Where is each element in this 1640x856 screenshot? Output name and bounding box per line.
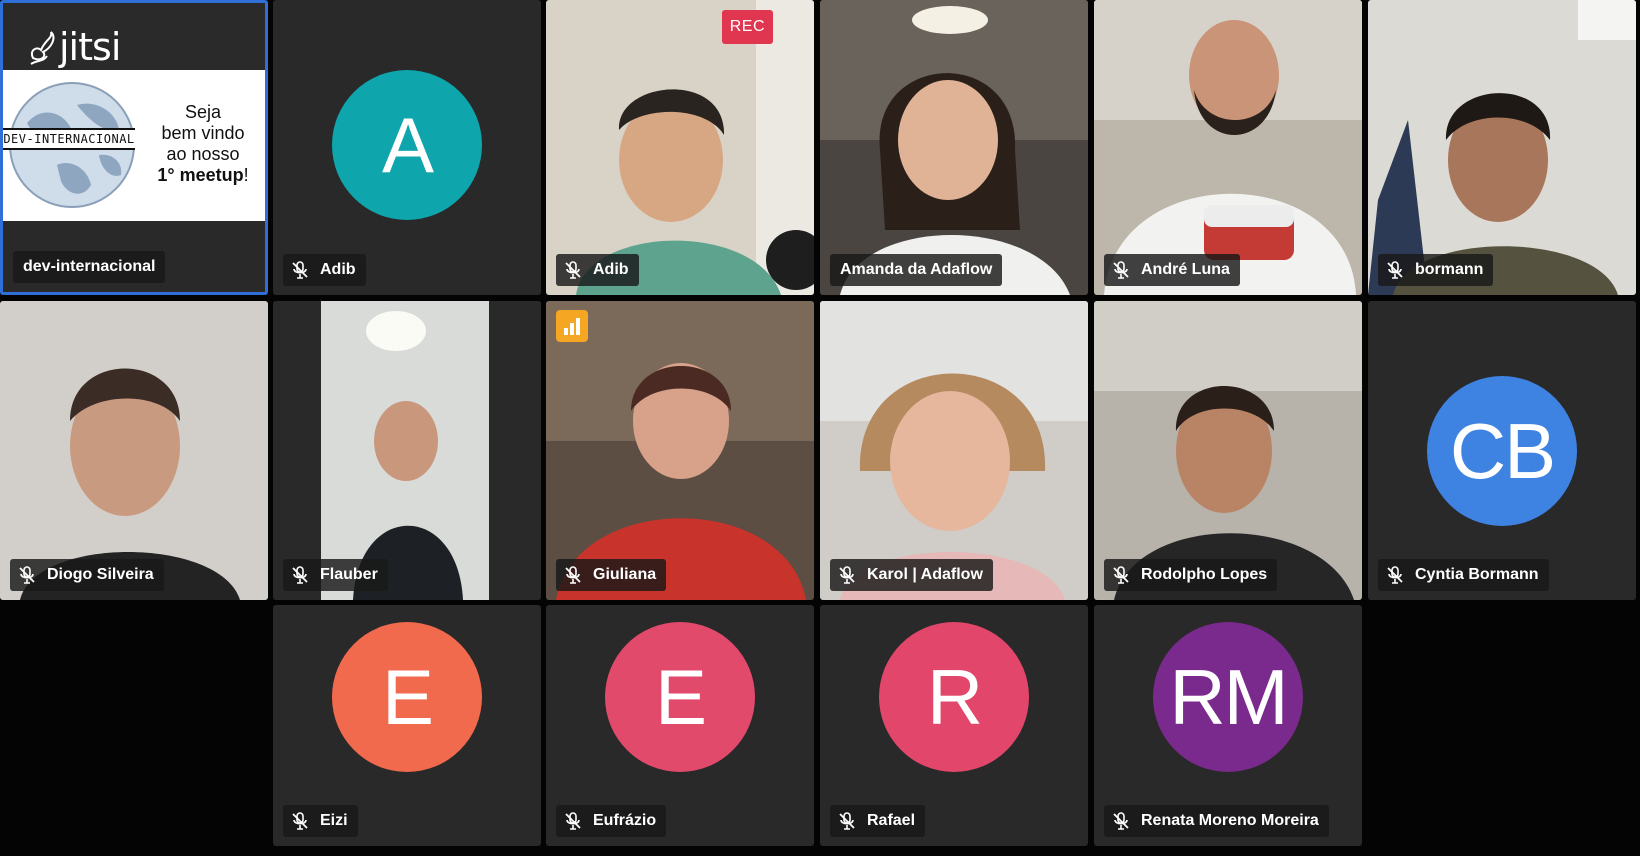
participant-name: Amanda da Adaflow [840, 261, 993, 278]
participant-name-tag: Eufrázio [556, 805, 667, 837]
mic-muted-icon [292, 566, 308, 584]
video-grid: jitsi DEV-INTERNACIONAL Seja bem vindo a… [0, 0, 1640, 856]
mic-muted-icon [839, 812, 855, 830]
tile-participant-video[interactable]: Karol | Adaflow [820, 301, 1088, 600]
tile-participant-video[interactable]: Flauber [273, 301, 541, 600]
participant-name-tag: Flauber [283, 559, 388, 591]
participant-name-tag: Karol | Adaflow [830, 559, 993, 591]
jitsi-header: jitsi [3, 3, 265, 70]
participant-name-tag: Diogo Silveira [10, 559, 164, 591]
camera-feed [1094, 301, 1362, 600]
mic-muted-icon [1387, 566, 1403, 584]
tile-participant-video[interactable]: André Luna [1094, 0, 1362, 295]
mic-muted-icon [292, 261, 308, 279]
tile-participant-video[interactable]: Giuliana [546, 301, 814, 600]
recording-badge: REC [721, 10, 773, 44]
jitsi-bird-icon [30, 31, 55, 65]
participant-name: Eufrázio [593, 812, 657, 829]
participant-name-tag: bormann [1378, 254, 1494, 286]
tile-participant-video[interactable]: REC Adib [546, 0, 814, 295]
participant-name-tag: Cyntia Bormann [1378, 559, 1549, 591]
jitsi-logo: jitsi [27, 25, 121, 69]
mic-muted-icon [1387, 261, 1403, 279]
participant-name-tag: André Luna [1104, 254, 1240, 286]
avatar: E [605, 622, 755, 772]
camera-feed [1368, 0, 1636, 295]
mic-muted-icon [292, 812, 308, 830]
camera-feed [546, 0, 814, 295]
mic-muted-icon [565, 566, 581, 584]
participant-name: Rodolpho Lopes [1141, 566, 1268, 583]
tile-participant[interactable]: RM Renata Moreno Moreira [1094, 605, 1362, 846]
mic-muted-icon [1113, 566, 1129, 584]
participant-name: Flauber [320, 566, 378, 583]
tile-participant[interactable]: A Adib [273, 0, 541, 295]
participant-name: Rafael [867, 812, 916, 829]
tile-participant-video[interactable]: Rodolpho Lopes [1094, 301, 1362, 600]
camera-feed [820, 301, 1088, 600]
participant-name-tag: Giuliana [556, 559, 667, 591]
mic-muted-icon [1113, 261, 1129, 279]
camera-feed [0, 301, 268, 600]
participant-name-tag: Rafael [830, 805, 926, 837]
slide-line-4-bold: 1° meetup [157, 165, 244, 185]
participant-name: Eizi [320, 812, 348, 829]
slide-line-4: 1° meetup! [147, 165, 259, 186]
slide-line-3: ao nosso [166, 144, 240, 164]
mic-muted-icon [1113, 812, 1129, 830]
participant-name: Cyntia Bormann [1415, 566, 1539, 583]
participant-name: bormann [1415, 261, 1484, 278]
participant-name: Diogo Silveira [47, 566, 154, 583]
tile-screen-share[interactable]: jitsi DEV-INTERNACIONAL Seja bem vindo a… [0, 0, 268, 295]
participant-name-tag: Adib [556, 254, 639, 286]
tile-participant-video[interactable]: Amanda da Adaflow [820, 0, 1088, 295]
participant-name: Karol | Adaflow [867, 566, 983, 583]
shared-slide: DEV-INTERNACIONAL Seja bem vindo ao noss… [3, 70, 265, 221]
slide-welcome-text: Seja bem vindo ao nosso 1° meetup! [147, 102, 259, 186]
participant-name-tag: Rodolpho Lopes [1104, 559, 1278, 591]
camera-feed [546, 301, 814, 600]
mic-muted-icon [565, 812, 581, 830]
slide-line-1: Seja [184, 102, 222, 122]
tile-participant-video[interactable]: bormann [1368, 0, 1636, 295]
participant-name: Giuliana [593, 566, 657, 583]
avatar: RM [1153, 622, 1303, 772]
camera-feed [1094, 0, 1362, 295]
avatar: E [332, 622, 482, 772]
avatar: CB [1427, 376, 1577, 526]
camera-feed [820, 0, 1088, 295]
avatar: R [879, 622, 1029, 772]
participant-name-tag: Amanda da Adaflow [830, 254, 1003, 286]
participant-name-tag: Renata Moreno Moreira [1104, 805, 1329, 837]
slide-banner: DEV-INTERNACIONAL [3, 128, 135, 150]
avatar: A [332, 70, 482, 220]
camera-feed [273, 301, 541, 600]
tile-participant[interactable]: CB Cyntia Bormann [1368, 301, 1636, 600]
participant-name: André Luna [1141, 261, 1230, 278]
mic-muted-icon [839, 566, 855, 584]
mic-muted-icon [565, 261, 581, 279]
slide-line-4-exclaim: ! [243, 165, 249, 185]
audio-level-icon [556, 310, 588, 342]
participant-name: Adib [593, 261, 629, 278]
participant-name-tag: dev-internacional [13, 251, 166, 283]
participant-name: Renata Moreno Moreira [1141, 812, 1319, 829]
tile-participant[interactable]: R Rafael [820, 605, 1088, 846]
participant-name: Adib [320, 261, 356, 278]
mic-muted-icon [19, 566, 35, 584]
participant-name: dev-internacional [23, 258, 156, 275]
participant-name-tag: Adib [283, 254, 366, 286]
tile-participant[interactable]: E Eizi [273, 605, 541, 846]
participant-name-tag: Eizi [283, 805, 358, 837]
tile-participant-video[interactable]: Diogo Silveira [0, 301, 268, 600]
slide-line-2: bem vindo [161, 123, 245, 143]
jitsi-brand-text: jitsi [59, 25, 121, 69]
tile-participant[interactable]: E Eufrázio [546, 605, 814, 846]
